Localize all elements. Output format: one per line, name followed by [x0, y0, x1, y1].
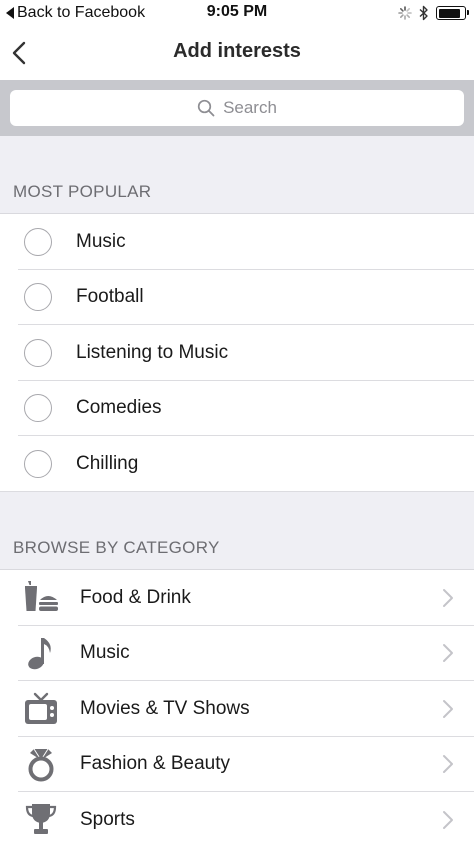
- chevron-right-icon: [443, 755, 453, 774]
- most-popular-header: MOST POPULAR: [0, 170, 474, 214]
- interest-row-chilling[interactable]: Chilling: [0, 436, 474, 492]
- chevron-right-icon: [443, 699, 453, 718]
- radio-unchecked-icon[interactable]: [24, 338, 52, 367]
- ring-icon: [22, 745, 60, 783]
- section-spacer: [0, 492, 474, 526]
- category-row-sports[interactable]: Sports: [0, 792, 474, 842]
- category-label: Sports: [80, 808, 135, 830]
- browse-by-category-header-label: BROWSE BY CATEGORY: [13, 538, 220, 557]
- search-placeholder: Search: [223, 98, 277, 117]
- back-to-app-link[interactable]: Back to Facebook: [6, 3, 145, 23]
- page-title: Add interests: [173, 40, 301, 62]
- most-popular-header-label: MOST POPULAR: [13, 182, 152, 201]
- bluetooth-icon: [419, 5, 428, 21]
- category-label: Movies & TV Shows: [80, 697, 250, 719]
- category-row-movies-tv-shows[interactable]: Movies & TV Shows: [0, 681, 474, 737]
- activity-spinner-icon: [398, 6, 412, 20]
- search-input[interactable]: Search: [10, 90, 464, 126]
- category-row-fashion-beauty[interactable]: Fashion & Beauty: [0, 737, 474, 793]
- trophy-icon: [22, 801, 60, 839]
- interest-label: Football: [76, 286, 144, 308]
- tv-icon: [22, 690, 60, 728]
- radio-unchecked-icon[interactable]: [24, 394, 52, 423]
- category-row-food-drink[interactable]: Food & Drink: [0, 570, 474, 626]
- chevron-right-icon: [443, 644, 453, 663]
- category-label: Food & Drink: [80, 586, 191, 608]
- search-bar: Search: [0, 80, 474, 136]
- navigation-bar: Add interests: [0, 26, 474, 80]
- interest-label: Music: [76, 230, 126, 252]
- battery-level: [438, 8, 460, 18]
- browse-by-category-header: BROWSE BY CATEGORY: [0, 526, 474, 570]
- status-indicators: [398, 4, 469, 22]
- category-label: Fashion & Beauty: [80, 753, 230, 775]
- interest-row-music[interactable]: Music: [0, 214, 474, 270]
- food-drink-icon: [22, 579, 60, 617]
- chevron-right-icon: [443, 588, 453, 607]
- back-button[interactable]: [8, 38, 30, 68]
- radio-unchecked-icon[interactable]: [24, 283, 52, 312]
- interest-label: Chilling: [76, 452, 139, 474]
- battery-icon: [436, 6, 469, 20]
- section-spacer: [0, 136, 474, 170]
- interest-row-listening-to-music[interactable]: Listening to Music: [0, 325, 474, 381]
- back-triangle-icon: [6, 7, 14, 19]
- radio-unchecked-icon[interactable]: [24, 449, 52, 478]
- interest-row-football[interactable]: Football: [0, 270, 474, 326]
- category-list: Food & Drink Music Movies & TV Shows Fas…: [0, 570, 474, 842]
- radio-unchecked-icon[interactable]: [24, 227, 52, 256]
- category-row-music[interactable]: Music: [0, 626, 474, 682]
- music-note-icon: [22, 634, 60, 672]
- back-to-app-label: Back to Facebook: [17, 4, 146, 21]
- status-bar: Back to Facebook 9:05 PM: [0, 0, 474, 26]
- chevron-left-icon: [12, 41, 26, 65]
- interest-row-comedies[interactable]: Comedies: [0, 381, 474, 437]
- category-label: Music: [80, 642, 130, 664]
- chevron-right-icon: [443, 810, 453, 829]
- most-popular-list: Music Football Listening to Music Comedi…: [0, 214, 474, 492]
- interest-label: Listening to Music: [76, 341, 229, 363]
- search-icon: [197, 99, 215, 117]
- interest-label: Comedies: [76, 397, 162, 419]
